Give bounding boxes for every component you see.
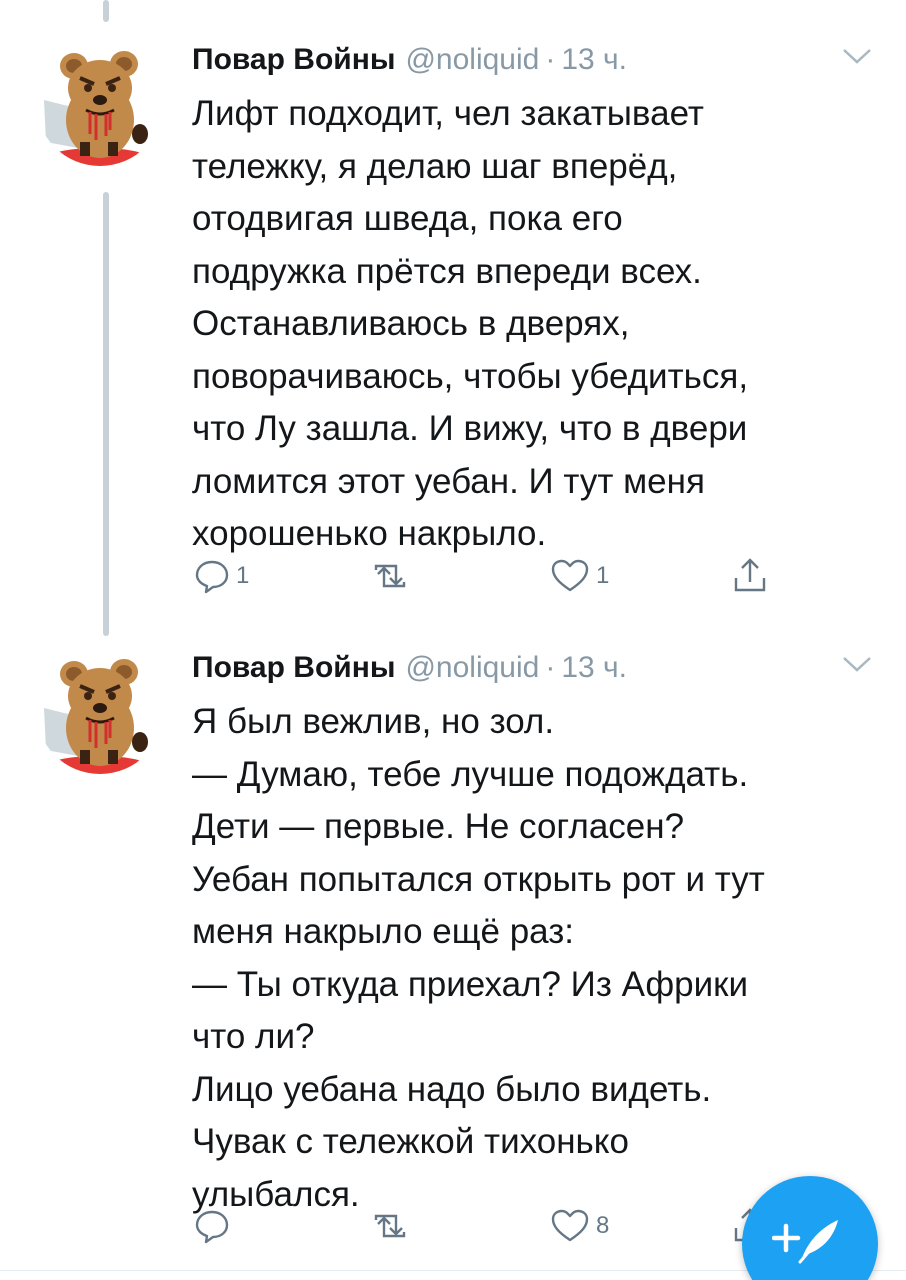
retweet-icon [368, 1206, 412, 1246]
reply-button[interactable]: 1 [192, 554, 249, 598]
tweet-text-line: подружка прётся впереди всех. [192, 251, 702, 291]
tweet-text-line: Уебан попытался открыть рот и тут [192, 859, 765, 899]
tweet-text-line: Останавливаюсь в дверях, [192, 304, 630, 343]
reply-icon [192, 556, 232, 596]
tweet-header: Повар Войны @noliquid · 13 ч. [192, 38, 627, 82]
tweet-text-line: что Лу зашла. И вижу, что в двери [192, 409, 748, 448]
reply-button[interactable] [192, 1204, 236, 1248]
tweet-text-line: поворачиваюсь, чтобы убедиться, [192, 356, 749, 396]
tweet-actions: 8 [192, 1204, 792, 1248]
angry-bear-avatar-icon[interactable] [36, 38, 164, 166]
tweet-text-line: — Думаю, тебе лучше подождать. [192, 754, 749, 794]
tweet-text: Лифт подходит, чел закатывает тележку, я… [192, 88, 872, 561]
author-handle[interactable]: @noliquid [405, 38, 539, 82]
share-button[interactable] [730, 554, 770, 598]
separator-dot: · [545, 43, 556, 76]
retweet-button[interactable] [368, 1204, 416, 1248]
retweet-icon [368, 556, 412, 596]
tweet-text: Я был вежлив, но зол. — Думаю, тебе лучш… [192, 696, 872, 1221]
share-icon [730, 556, 770, 596]
like-button[interactable]: 8 [548, 1204, 609, 1248]
tweet-text-line: отодвигая шведа, пока его [192, 199, 623, 238]
author-name[interactable]: Повар Войны [192, 646, 395, 690]
tweet-text-line: тележку, я делаю шаг вперёд, [192, 146, 678, 186]
tweet-text-line: ломится этот уебан. И тут меня [192, 461, 705, 501]
like-count: 8 [596, 1212, 610, 1239]
like-button[interactable]: 1 [548, 554, 609, 598]
tweet[interactable]: Повар Войны @noliquid · 13 ч. Лифт подхо… [0, 38, 906, 608]
tweet-text-line: что ли? [192, 1017, 315, 1056]
heart-icon [548, 556, 592, 596]
tweet-text-line: — Ты откуда приехал? Из Африки [192, 964, 749, 1004]
tweet[interactable]: Повар Войны @noliquid · 13 ч. Я был вежл… [0, 646, 906, 1246]
tweet-text-line: Лифт подходит, чел закатывает [192, 94, 704, 133]
author-name[interactable]: Повар Войны [192, 38, 395, 82]
tweet-text-line: Лицо уебана надо было видеть. [192, 1069, 712, 1109]
reply-count: 1 [236, 562, 250, 589]
heart-icon [548, 1206, 592, 1246]
angry-bear-avatar-icon[interactable] [36, 646, 164, 774]
separator-dot: · [545, 651, 556, 684]
tweet-text-line: Чувак с тележкой тихонько [192, 1122, 629, 1161]
reply-icon [192, 1206, 232, 1246]
tweet-text-line: меня накрыло ещё раз: [192, 912, 575, 951]
tweet-actions: 1 1 [192, 554, 792, 598]
author-handle[interactable]: @noliquid [405, 646, 539, 690]
timeline: Повар Войны @noliquid · 13 ч. Лифт подхо… [0, 0, 906, 1280]
tweet-timestamp[interactable]: 13 ч. [561, 646, 627, 690]
tweet-text-line: Дети — первые. Не согласен? [192, 807, 685, 846]
like-count: 1 [596, 562, 610, 589]
retweet-button[interactable] [368, 554, 416, 598]
chevron-down-icon[interactable] [840, 652, 874, 676]
chevron-down-icon[interactable] [840, 44, 874, 68]
thread-line-top [103, 0, 109, 22]
tweet-header: Повар Войны @noliquid · 13 ч. [192, 646, 627, 690]
tweet-text-line: хорошенько накрыло. [192, 514, 547, 553]
tweet-timestamp[interactable]: 13 ч. [561, 38, 627, 82]
tweet-text-line: Я был вежлив, но зол. [192, 702, 555, 741]
